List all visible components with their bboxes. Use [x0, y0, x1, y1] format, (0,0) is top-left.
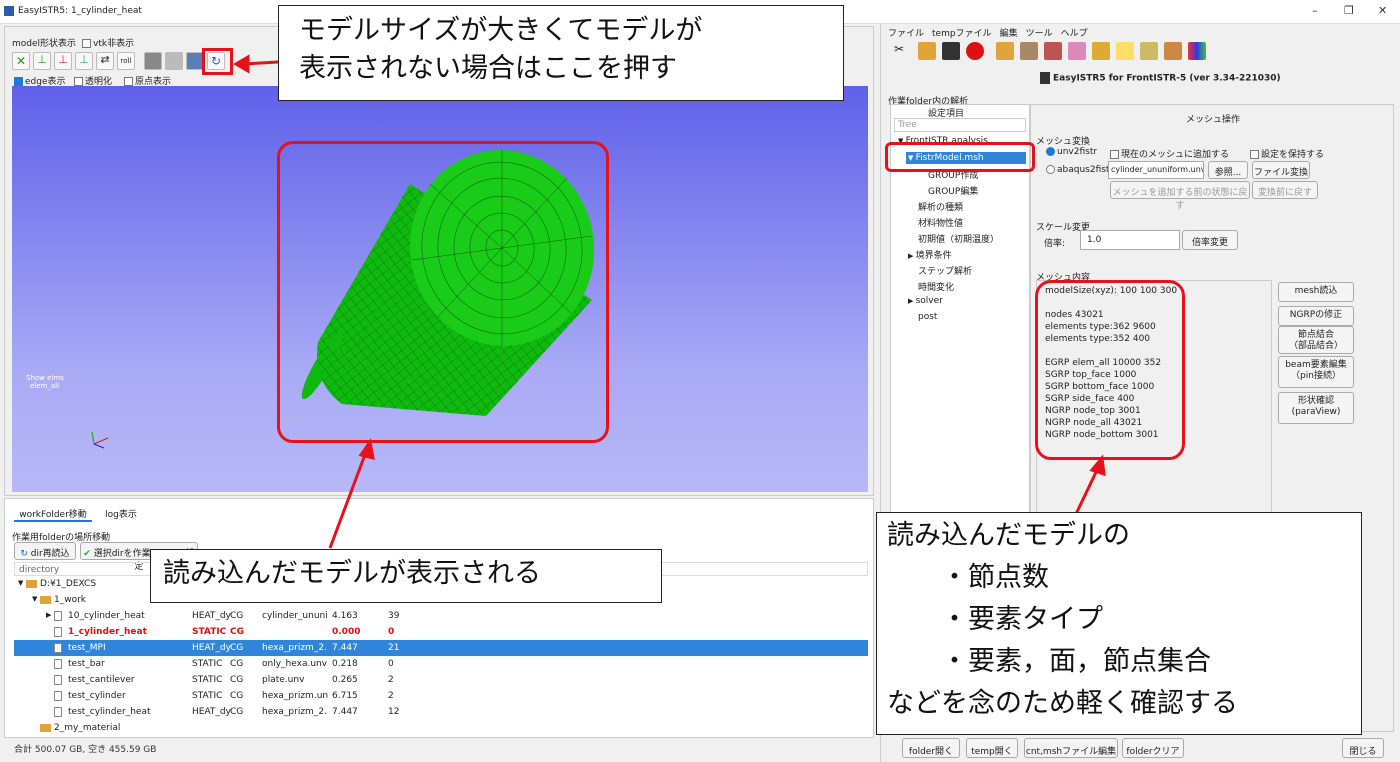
callout-mesh: 読み込んだモデルの ・節点数 ・要素タイプ ・要素，面，節点集合 などを念のため… [876, 512, 1362, 735]
callout-reload: モデルサイズが大きくてモデルが 表示されない場合はここを押す [278, 5, 844, 101]
callout-model: 読み込んだモデルが表示される [150, 549, 662, 603]
